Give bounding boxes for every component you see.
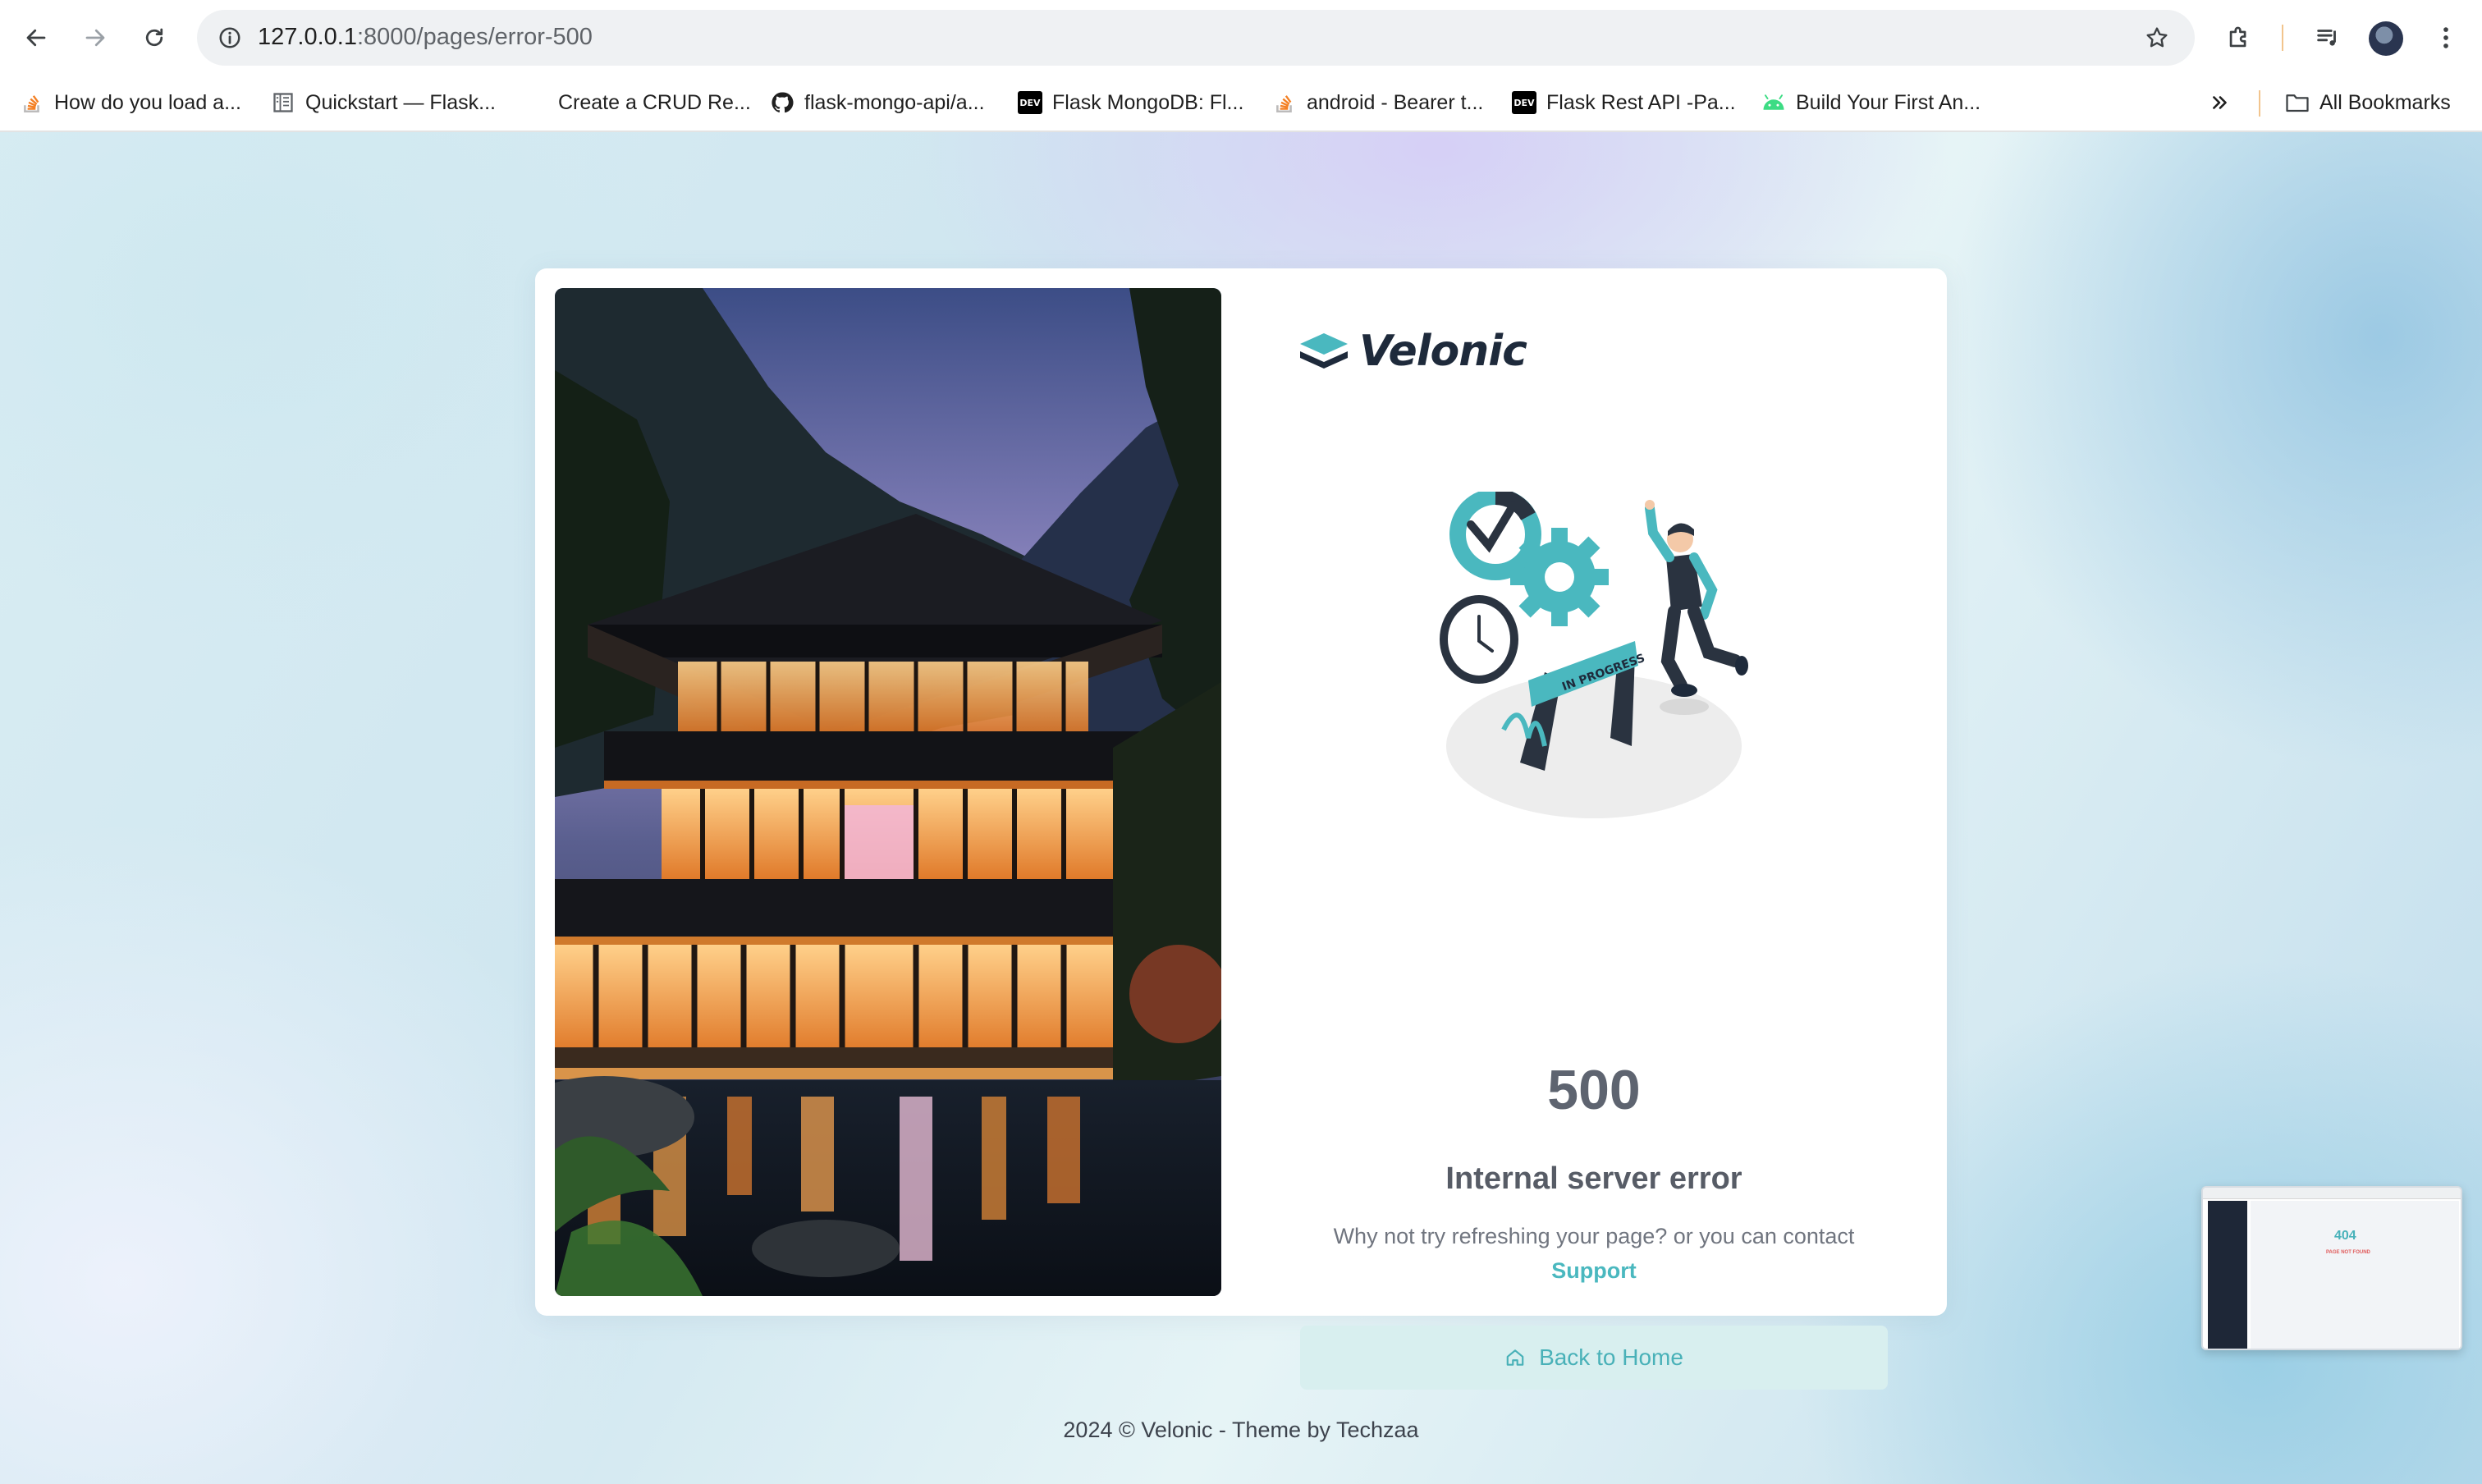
all-bookmarks-button[interactable]: All Bookmarks	[2285, 87, 2451, 118]
thumbnail-error-subtitle: PAGE NOT FOUND	[2326, 1250, 2370, 1255]
reload-button[interactable]	[133, 16, 176, 59]
bookmark-item[interactable]: flask-mongo-api/a...	[770, 87, 985, 118]
brand-name: Velonic	[1359, 327, 1527, 376]
bookmark-label: flask-mongo-api/a...	[804, 90, 985, 114]
bookmark-item[interactable]: Build Your First An...	[1761, 87, 1981, 118]
back-to-home-label: Back to Home	[1539, 1344, 1683, 1370]
bookmarks-bar: How do you load a... Quickstart — Flask.…	[0, 76, 2482, 130]
media-queue-icon[interactable]	[2306, 16, 2349, 59]
browser-toolbar: 127.0.0.1:8000/pages/error-500	[0, 0, 2482, 76]
bookmark-label: Flask Rest API -Pa...	[1546, 90, 1736, 114]
bookmarks-separator	[2259, 90, 2260, 117]
bookmark-label: Flask MongoDB: Fl...	[1052, 90, 1244, 114]
error-message-text: Why not try refreshing your page? or you…	[1333, 1224, 1855, 1248]
browser-chrome: 127.0.0.1:8000/pages/error-500 How do yo…	[0, 0, 2482, 132]
bookmark-label: Quickstart — Flask...	[305, 90, 496, 114]
brand-logo[interactable]: Velonic	[1297, 323, 1527, 380]
bookmark-star-icon[interactable]	[2137, 18, 2177, 57]
bookmark-item[interactable]: DEV Flask MongoDB: Fl...	[1018, 87, 1243, 118]
error-title: Internal server error	[1445, 1161, 1742, 1196]
bookmark-item[interactable]: How do you load a...	[20, 87, 241, 118]
bookmark-item[interactable]: Create a CRUD Re...	[524, 87, 751, 118]
url-text[interactable]: 127.0.0.1:8000/pages/error-500	[258, 24, 593, 51]
error-card: Velonic IN PROGRESS 500 Internal server …	[535, 268, 1947, 1390]
bookmark-label: How do you load a...	[54, 90, 241, 114]
arrow-right-icon	[85, 29, 105, 47]
all-bookmarks-label: All Bookmarks	[2319, 90, 2451, 114]
thumbnail-toolbar	[2203, 1188, 2461, 1199]
toolbar-separator	[2282, 25, 2283, 51]
home-icon	[1506, 1349, 1524, 1366]
forward-button[interactable]	[74, 16, 117, 59]
stackoverflow-icon	[20, 90, 44, 115]
site-info-icon[interactable]	[210, 18, 250, 57]
thumbnail-error-code: 404	[2334, 1229, 2356, 1243]
page-background: Velonic IN PROGRESS 500 Internal server …	[0, 132, 2482, 1484]
url-path: :8000/pages/error-500	[356, 24, 593, 50]
bookmark-label: Build Your First An...	[1796, 90, 1981, 114]
stackoverflow-icon	[1272, 90, 1297, 115]
footer-text: 2024 © Velonic - Theme by Techzaa	[1063, 1418, 1419, 1442]
error-code: 500	[1547, 1059, 1641, 1121]
menu-kebab-icon[interactable]	[2425, 16, 2467, 59]
chevron-double-right-icon	[2208, 90, 2232, 115]
house-photo	[555, 288, 1221, 1296]
extensions-icon[interactable]	[2218, 16, 2260, 59]
dev-icon: DEV	[1512, 90, 1536, 115]
blank-icon	[524, 90, 548, 115]
dev-icon: DEV	[1018, 90, 1042, 115]
url-host: 127.0.0.1	[258, 24, 357, 50]
docs-icon	[271, 90, 295, 115]
back-to-home-button[interactable]: Back to Home	[1300, 1326, 1888, 1390]
screenshot-thumbnail[interactable]: 404 PAGE NOT FOUND	[2201, 1186, 2462, 1350]
bookmark-label: Create a CRUD Re...	[558, 90, 751, 114]
thumbnail-content	[2251, 1201, 2459, 1349]
bookmark-label: android - Bearer t...	[1307, 90, 1484, 114]
folder-icon	[2285, 90, 2310, 115]
address-bar[interactable]: 127.0.0.1:8000/pages/error-500	[197, 10, 2195, 66]
more-bookmarks-button[interactable]	[2208, 87, 2232, 118]
support-link[interactable]: Support	[1551, 1253, 1636, 1288]
error-message: Why not try refreshing your page? or you…	[1300, 1219, 1888, 1288]
android-icon	[1761, 90, 1786, 115]
in-progress-illustration: IN PROGRESS	[1438, 488, 1750, 820]
reload-icon	[145, 28, 163, 47]
thumbnail-sidebar	[2208, 1201, 2247, 1349]
profile-avatar[interactable]	[2369, 21, 2403, 56]
arrow-left-icon	[26, 29, 46, 47]
bookmark-item[interactable]: android - Bearer t...	[1272, 87, 1483, 118]
bookmark-item[interactable]: DEV Flask Rest API -Pa...	[1512, 87, 1736, 118]
layers-logo-icon	[1300, 333, 1348, 369]
github-icon	[770, 90, 795, 115]
back-button[interactable]	[15, 16, 57, 59]
bookmark-item[interactable]: Quickstart — Flask...	[271, 87, 496, 118]
